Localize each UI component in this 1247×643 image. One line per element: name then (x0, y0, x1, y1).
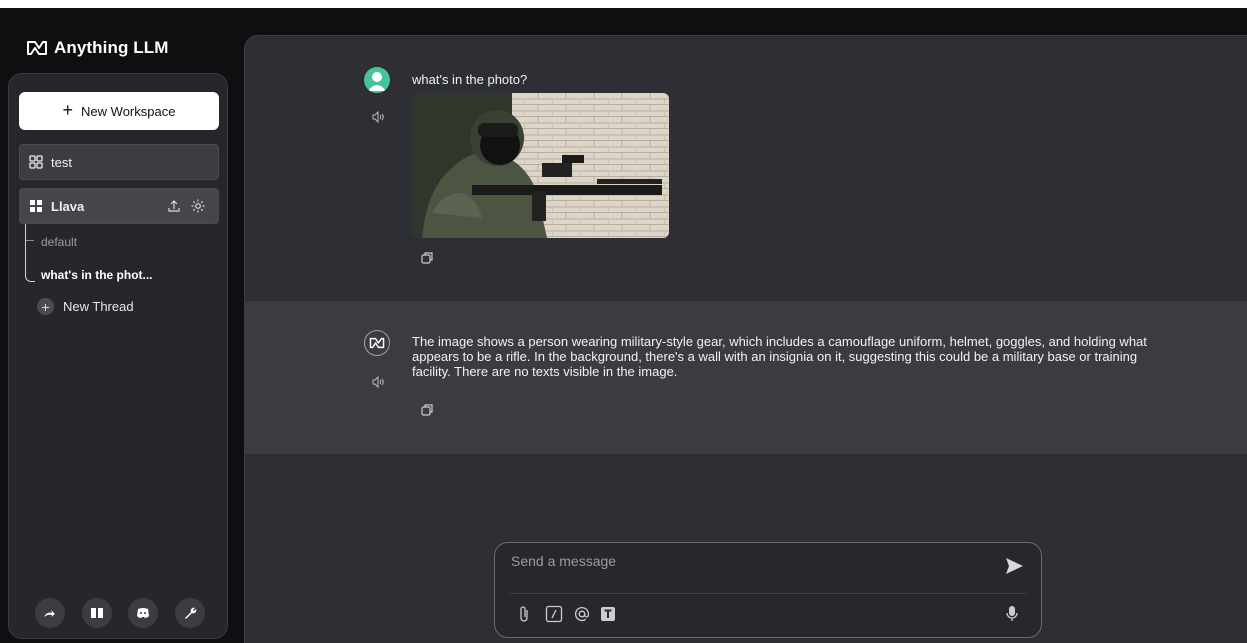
thread-tree-branch (26, 240, 34, 241)
new-thread-label: New Thread (63, 299, 134, 314)
thread-tree-line (25, 224, 35, 282)
message-composer: Send a message (494, 542, 1042, 638)
upload-icon[interactable] (166, 198, 182, 214)
attach-icon[interactable] (515, 605, 533, 623)
workspace-label: test (51, 154, 72, 170)
soldier-photo-image (412, 93, 669, 238)
workspace-grid-icon (29, 155, 43, 169)
speaker-icon[interactable] (371, 110, 385, 124)
copy-icon[interactable] (420, 251, 434, 265)
app-name: Anything LLM (54, 38, 169, 57)
workspace-item-test[interactable]: test (19, 144, 219, 180)
plus-icon: + (62, 100, 74, 120)
docs-book-icon[interactable] (81, 598, 112, 628)
speaker-icon[interactable] (371, 375, 385, 389)
attached-photo[interactable] (412, 93, 669, 238)
community-icon[interactable] (35, 598, 65, 628)
new-workspace-button[interactable]: + New Workspace (19, 92, 219, 130)
assistant-avatar-icon (364, 330, 390, 356)
chat-message-assistant: The image shows a person wearing militar… (245, 301, 1247, 454)
app-logo: Anything LLM (26, 38, 169, 58)
assistant-message-text: The image shows a person wearing militar… (412, 334, 1147, 379)
settings-wrench-icon[interactable] (174, 598, 205, 628)
top-band (0, 0, 1247, 8)
user-message-text: what's in the photo? (412, 72, 528, 87)
workspace-label: Llava (51, 198, 85, 214)
composer-divider (509, 593, 1027, 594)
mention-icon[interactable] (573, 605, 591, 623)
message-input[interactable]: Send a message (511, 553, 616, 569)
sidebar-footer (35, 598, 205, 628)
copy-icon[interactable] (420, 403, 434, 417)
anything-llm-logo-icon (27, 41, 47, 55)
discord-icon[interactable] (128, 598, 159, 628)
user-avatar-icon (364, 67, 390, 93)
gear-icon[interactable] (190, 198, 206, 214)
new-thread-button[interactable]: + New Thread (37, 298, 134, 315)
thread-item-default[interactable]: default (41, 235, 77, 249)
chat-message-user: what's in the photo? (245, 36, 1247, 301)
sidebar: + New Workspace test Llava default what'… (8, 73, 228, 639)
workspace-item-llava[interactable]: Llava (19, 188, 219, 224)
text-size-icon[interactable] (599, 605, 617, 623)
workspace-grid-filled-icon (30, 200, 42, 212)
microphone-icon[interactable] (1003, 605, 1021, 623)
plus-circle-icon: + (37, 298, 54, 315)
send-icon[interactable] (1003, 555, 1025, 577)
thread-item-active[interactable]: what's in the phot... (41, 268, 153, 282)
slash-command-icon[interactable] (545, 605, 563, 623)
new-workspace-label: New Workspace (81, 103, 176, 119)
